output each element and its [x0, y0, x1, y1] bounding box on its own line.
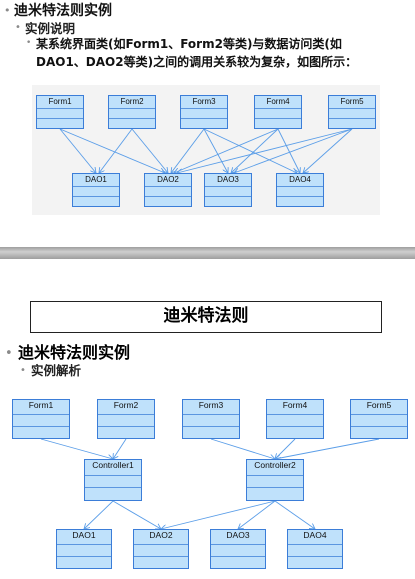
- dao-box: DAO1: [72, 173, 120, 207]
- dependency-arrow: [177, 128, 353, 173]
- dependency-arrow: [203, 128, 228, 173]
- form-box-label: Form4: [255, 96, 301, 110]
- dependency-arrow: [277, 128, 300, 173]
- class-diagram-after: Form1 Form2 Form3 Form4 Form5 Controller1 Cont…: [0, 389, 415, 579]
- slide2-subheading: 实例解析: [31, 363, 82, 378]
- slide-divider: [0, 247, 415, 259]
- dao-box-label: DAO1: [57, 530, 111, 546]
- form-box-label: Form3: [183, 400, 239, 416]
- form-box-label: Form3: [181, 96, 227, 110]
- dependency-arrow: [275, 438, 380, 459]
- controller-box-label: Controller2: [247, 460, 303, 477]
- dependency-arrow: [59, 128, 165, 173]
- dependency-arrow: [174, 128, 279, 173]
- form-box: Form5: [350, 399, 408, 439]
- form-box: Form4: [254, 95, 302, 129]
- slide-1: • 迪米特法则实例 • 实例说明 • 某系统界面类(如Form1、Form2等类…: [0, 0, 415, 247]
- form-box-label: Form2: [98, 400, 154, 416]
- form-box: Form1: [36, 95, 84, 129]
- form-box: Form2: [97, 399, 155, 439]
- form-box: Form4: [266, 399, 324, 439]
- dependency-arrow: [231, 128, 279, 173]
- dependency-arrow: [99, 128, 133, 173]
- form-box-label: Form1: [13, 400, 69, 416]
- bullet-icon: •: [5, 346, 13, 361]
- slide-2: 迪米特法则 • 迪米特法则实例 • 实例解析 Form1 Form2 Form3 Fo…: [0, 259, 415, 579]
- form-box: Form5: [328, 95, 376, 129]
- slide1-subheading: 实例说明: [25, 21, 76, 36]
- dependency-arrow: [161, 500, 276, 529]
- dependency-arrow: [210, 438, 275, 459]
- form-box: Form3: [182, 399, 240, 439]
- slide1-body-line1: 某系统界面类(如Form1、Form2等类)与数据访问类(如: [36, 37, 342, 51]
- dao-box-label: DAO3: [211, 530, 265, 546]
- dao-box: DAO4: [276, 173, 324, 207]
- dependency-arrow: [113, 438, 127, 459]
- slide1-heading: 迪米特法则实例: [14, 3, 112, 19]
- form-box: Form1: [12, 399, 70, 439]
- slide2-title: 迪米特法则: [163, 306, 249, 326]
- slide2-heading: 迪米特法则实例: [18, 343, 131, 362]
- controller-box: Controller2: [246, 459, 304, 501]
- dao-box: DAO2: [133, 529, 189, 569]
- dao-box: DAO4: [287, 529, 343, 569]
- bullet-icon: •: [26, 38, 32, 48]
- form-box-label: Form5: [329, 96, 375, 110]
- dao-box: DAO3: [210, 529, 266, 569]
- dependency-arrow: [112, 500, 161, 529]
- form-box-label: Form1: [37, 96, 83, 110]
- slide1-body-line2: DAO1、DAO2等类)之间的调用关系较为复杂，如图所示：: [36, 55, 358, 69]
- dao-box-label: DAO2: [145, 174, 191, 188]
- dao-box-label: DAO4: [288, 530, 342, 546]
- dao-box-label: DAO3: [205, 174, 251, 188]
- form-box-label: Form5: [351, 400, 407, 416]
- dependency-arrow: [234, 128, 353, 173]
- dao-box-label: DAO2: [134, 530, 188, 546]
- dependency-arrow: [84, 500, 114, 529]
- form-box-label: Form2: [109, 96, 155, 110]
- dao-box: DAO1: [56, 529, 112, 569]
- dao-box-label: DAO4: [277, 174, 323, 188]
- dependency-arrow: [171, 128, 205, 173]
- form-box: Form2: [108, 95, 156, 129]
- bullet-icon: •: [4, 4, 11, 17]
- bullet-icon: •: [15, 22, 21, 33]
- dependency-arrow: [40, 438, 113, 459]
- dao-box-label: DAO1: [73, 174, 119, 188]
- dependency-arrow: [274, 500, 315, 529]
- form-box-label: Form4: [267, 400, 323, 416]
- dao-box: DAO2: [144, 173, 192, 207]
- dao-box: DAO3: [204, 173, 252, 207]
- form-box: Form3: [180, 95, 228, 129]
- bullet-icon: •: [20, 365, 26, 376]
- class-diagram-before: Form1 Form2 Form3 Form4 Form5 DAO1 DAO2 DAO3 DAO…: [32, 85, 380, 215]
- slide2-title-box: 迪米特法则: [30, 301, 382, 333]
- dependency-arrow: [59, 128, 96, 173]
- controller-box-label: Controller1: [85, 460, 141, 477]
- controller-box: Controller1: [84, 459, 142, 501]
